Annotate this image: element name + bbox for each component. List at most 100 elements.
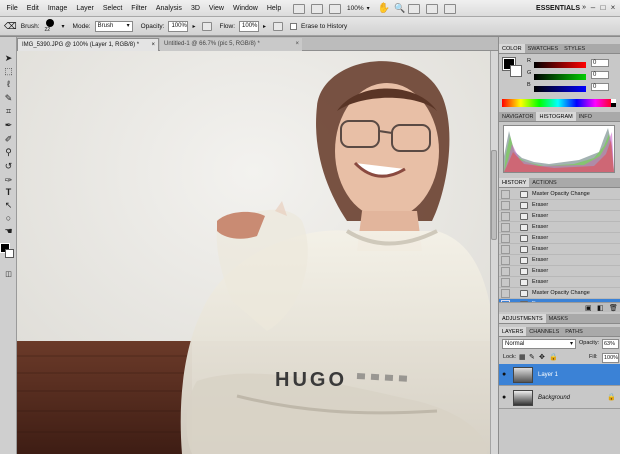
tab-paths[interactable]: PATHS	[562, 327, 586, 336]
brush-picker-chevron-icon[interactable]: ▾	[62, 23, 65, 30]
brush-tool-icon[interactable]: ✐	[3, 134, 14, 145]
menu-select[interactable]: Select	[98, 0, 126, 17]
crop-tool-icon[interactable]: ⌗	[3, 106, 14, 117]
document-canvas[interactable]: HUGO	[17, 51, 490, 454]
lasso-tool-icon[interactable]: ℓ	[3, 79, 14, 90]
tab-layers[interactable]: LAYERS	[499, 327, 527, 336]
blend-mode-select[interactable]: Normal ▾	[502, 339, 576, 349]
snapshot-source-box[interactable]	[501, 223, 510, 232]
scrollbar-thumb[interactable]	[491, 150, 497, 240]
minimize-button[interactable]: –	[588, 3, 598, 13]
opacity-slider-chevron-icon[interactable]: ▸	[192, 23, 195, 30]
flow-field[interactable]: 100%	[239, 20, 260, 32]
history-item[interactable]: Master Opacity Change	[499, 288, 620, 299]
layer-row-background[interactable]: ● Background 🔒	[499, 387, 620, 409]
tab-masks[interactable]: MASKS	[546, 314, 571, 323]
trash-icon[interactable]: 🗑	[609, 304, 618, 312]
snapshot-source-box[interactable]	[501, 190, 510, 199]
erase-to-history-checkbox[interactable]	[290, 22, 298, 30]
quick-mask-icon[interactable]: ◫	[3, 269, 14, 280]
color-spectrum-bar[interactable]	[502, 99, 614, 107]
pen-tool-icon[interactable]: ✑	[3, 175, 14, 186]
menu-analysis[interactable]: Analysis	[151, 0, 186, 17]
history-item[interactable]: Eraser	[499, 255, 620, 266]
snapshot-source-box[interactable]	[501, 234, 510, 243]
history-item[interactable]: Eraser	[499, 211, 620, 222]
chevron-down-icon[interactable]: ▾	[367, 5, 370, 12]
history-item[interactable]: Eraser	[499, 222, 620, 233]
tab-actions[interactable]: ACTIONS	[529, 178, 559, 187]
close-button[interactable]: ×	[608, 3, 618, 13]
snapshot-source-box[interactable]	[501, 201, 510, 210]
green-slider[interactable]	[534, 74, 586, 80]
background-color-swatch[interactable]	[5, 249, 14, 258]
canvas-vertical-scrollbar[interactable]	[490, 51, 498, 454]
tab-history[interactable]: HISTORY	[499, 178, 530, 187]
menu-filter[interactable]: Filter	[127, 0, 152, 17]
tab-untitled-1[interactable]: Untitled-1 @ 66.7% (pic 5, RGB/8) * ×	[160, 38, 302, 51]
path-select-tool-icon[interactable]: ↖	[3, 200, 14, 211]
snapshot-source-box[interactable]	[501, 278, 510, 287]
history-item[interactable]: Eraser	[499, 277, 620, 288]
marquee-tool-icon[interactable]: ⬚	[3, 66, 14, 77]
menu-help[interactable]: Help	[262, 0, 285, 17]
airbrush-icon[interactable]	[273, 21, 284, 31]
history-item[interactable]: Master Opacity Change	[499, 189, 620, 200]
menu-window[interactable]: Window	[228, 0, 262, 17]
history-item[interactable]: Eraser	[499, 266, 620, 277]
tab-histogram[interactable]: HISTOGRAM	[536, 112, 576, 121]
history-item[interactable]: Eraser	[499, 244, 620, 255]
lock-pixels-icon[interactable]: ✎	[529, 353, 535, 361]
workspace-chevron-icon[interactable]: »	[582, 4, 586, 11]
mode-select[interactable]: Brush ▾	[94, 20, 133, 32]
close-icon[interactable]: ×	[295, 38, 299, 51]
menu-layer[interactable]: Layer	[72, 0, 99, 17]
tab-swatches[interactable]: SWATCHES	[525, 44, 562, 53]
tab-img-5390[interactable]: IMG_5390.JPG @ 100% (Layer 1, RGB/8) * ×	[17, 38, 159, 51]
lock-all-icon[interactable]: 🔒	[549, 353, 558, 361]
arrange-documents-icon[interactable]	[426, 3, 439, 14]
tab-channels[interactable]: CHANNELS	[526, 327, 562, 336]
layer-row-layer-1[interactable]: ● Layer 1	[499, 364, 620, 386]
visibility-eye-icon[interactable]: ●	[502, 371, 510, 379]
snapshot-source-box[interactable]	[501, 256, 510, 265]
hand-tool-icon[interactable]: ✋	[378, 3, 390, 14]
zoom-tool-icon[interactable]: 🔍	[394, 3, 405, 14]
snapshot-source-box[interactable]	[501, 212, 510, 221]
blue-slider[interactable]	[534, 86, 586, 92]
visibility-eye-icon[interactable]: ●	[502, 394, 510, 402]
menu-edit[interactable]: Edit	[22, 0, 43, 17]
snapshot-source-box[interactable]	[501, 267, 510, 276]
tab-color[interactable]: COLOR	[499, 44, 525, 53]
lock-position-icon[interactable]: ✥	[539, 353, 545, 361]
layer-name[interactable]: Layer 1	[538, 364, 558, 386]
black-white-ramp[interactable]	[611, 99, 616, 107]
menu-3d[interactable]: 3D	[186, 0, 204, 17]
shape-tool-icon[interactable]: ○	[3, 213, 14, 224]
eyedropper-tool-icon[interactable]: ✒	[3, 120, 14, 131]
move-tool-icon[interactable]: ➤	[3, 53, 14, 64]
eraser-tool-icon[interactable]: ⌫	[4, 21, 17, 32]
quick-select-tool-icon[interactable]: ✎	[3, 93, 14, 104]
tab-navigator[interactable]: NAVIGATOR	[499, 112, 536, 121]
history-item[interactable]: Eraser	[499, 200, 620, 211]
new-document-from-state-icon[interactable]: ▣	[585, 304, 592, 312]
type-tool-icon[interactable]: T	[3, 187, 14, 198]
snapshot-source-box[interactable]	[501, 245, 510, 254]
history-item[interactable]: Eraser	[499, 233, 620, 244]
blue-value-field[interactable]: 0	[591, 83, 609, 91]
screen-mode-icon[interactable]	[444, 3, 457, 14]
history-brush-tool-icon[interactable]: ↺	[3, 161, 14, 172]
tab-info[interactable]: INFO	[576, 112, 595, 121]
tab-styles[interactable]: STYLES	[561, 44, 588, 53]
fill-field[interactable]: 100%	[602, 353, 619, 363]
rotate-view-icon[interactable]	[408, 3, 421, 14]
layer-name[interactable]: Background	[538, 387, 570, 409]
maximize-button[interactable]: □	[598, 3, 608, 13]
background-color-preview[interactable]	[510, 65, 522, 77]
hand-tool-icon[interactable]: ☚	[3, 226, 14, 237]
menu-view[interactable]: View	[204, 0, 228, 17]
green-value-field[interactable]: 0	[591, 71, 609, 79]
pressure-opacity-icon[interactable]	[202, 21, 213, 31]
tab-adjustments[interactable]: ADJUSTMENTS	[499, 314, 546, 323]
